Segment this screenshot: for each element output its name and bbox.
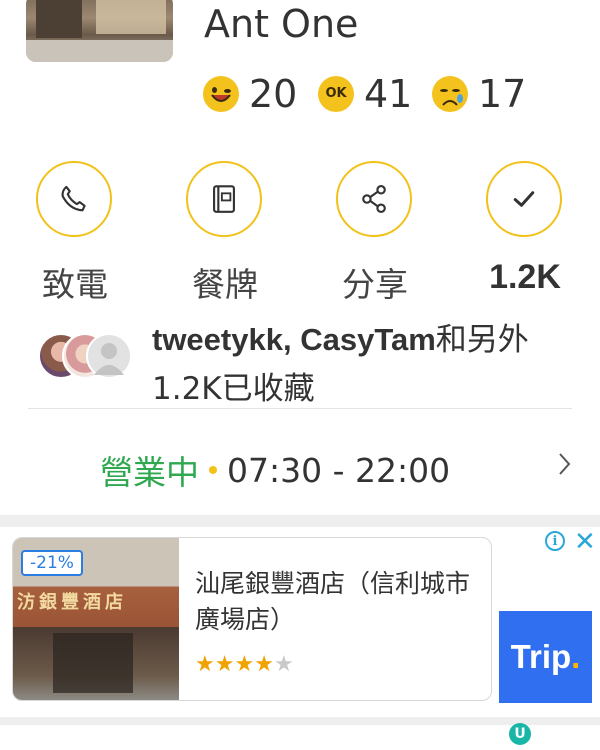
ok-emoji-icon: OK: [318, 76, 354, 112]
hotel-sign: 汸銀豐酒店: [17, 592, 127, 613]
discount-badge: -21%: [21, 550, 83, 576]
chevron-right-icon[interactable]: [556, 450, 574, 478]
opening-hours[interactable]: 營業中 07:30 - 22:00: [100, 446, 450, 494]
close-icon[interactable]: ✕: [574, 527, 596, 557]
advertisement[interactable]: 汸銀豐酒店 -21% 汕尾銀豐酒店（信利城市廣場店） ★★★★★ i ✕ Tri…: [0, 527, 600, 717]
rating-sad[interactable]: 17: [432, 72, 526, 116]
sad-emoji-icon: [432, 76, 468, 112]
favorite-user-name-2[interactable]: CasyTam: [300, 322, 436, 357]
openrice-logo-icon[interactable]: U: [509, 723, 531, 745]
smile-emoji-icon: [203, 76, 239, 112]
bookmark-button[interactable]: [486, 161, 562, 237]
restaurant-name: Ant One: [204, 2, 359, 46]
trip-logo-button[interactable]: Trip.: [499, 611, 592, 703]
section-separator: [0, 515, 600, 527]
menu-icon: [213, 185, 235, 213]
restaurant-thumbnail[interactable]: [26, 0, 173, 62]
star-icon: ★: [195, 652, 215, 677]
rating-sad-count: 17: [478, 72, 527, 116]
phone-icon: [61, 185, 86, 212]
ad-card[interactable]: 汸銀豐酒店 -21% 汕尾銀豐酒店（信利城市廣場店） ★★★★★: [12, 537, 492, 701]
bookmark-count: 1.2K: [489, 258, 561, 296]
share-button[interactable]: [336, 161, 412, 237]
rating-ok-count: 41: [364, 72, 413, 116]
info-icon[interactable]: i: [545, 531, 565, 551]
avatar: [86, 333, 132, 379]
call-button[interactable]: [36, 161, 112, 237]
menu-button[interactable]: [186, 161, 262, 237]
star-empty-icon: ★: [273, 652, 294, 677]
status-dot: [209, 466, 217, 474]
opening-time: 07:30 - 22:00: [227, 450, 451, 490]
star-icon: ★: [214, 652, 235, 677]
share-icon: [362, 185, 386, 213]
favorites-summary[interactable]: tweetykk, CasyTam和另外1.2K已收藏: [152, 315, 572, 415]
rating-ok[interactable]: OK 41: [318, 72, 412, 116]
check-icon: [513, 191, 535, 207]
open-status: 營業中: [100, 453, 199, 492]
ad-hotel-title[interactable]: 汕尾銀豐酒店（信利城市廣場店）: [195, 566, 475, 638]
section-separator: [0, 717, 600, 725]
divider: [28, 408, 572, 409]
favorited-users-avatars[interactable]: [38, 333, 138, 383]
share-label: 分享: [342, 265, 408, 304]
star-icon: ★: [234, 652, 255, 677]
star-rating: ★★★★★: [195, 652, 294, 677]
menu-label: 餐牌: [192, 265, 258, 304]
star-icon: ★: [254, 652, 274, 677]
call-label: 致電: [42, 265, 108, 304]
rating-smile[interactable]: 20: [203, 72, 297, 116]
favorite-user-name[interactable]: tweetykk: [152, 322, 283, 357]
rating-smile-count: 20: [249, 72, 298, 116]
